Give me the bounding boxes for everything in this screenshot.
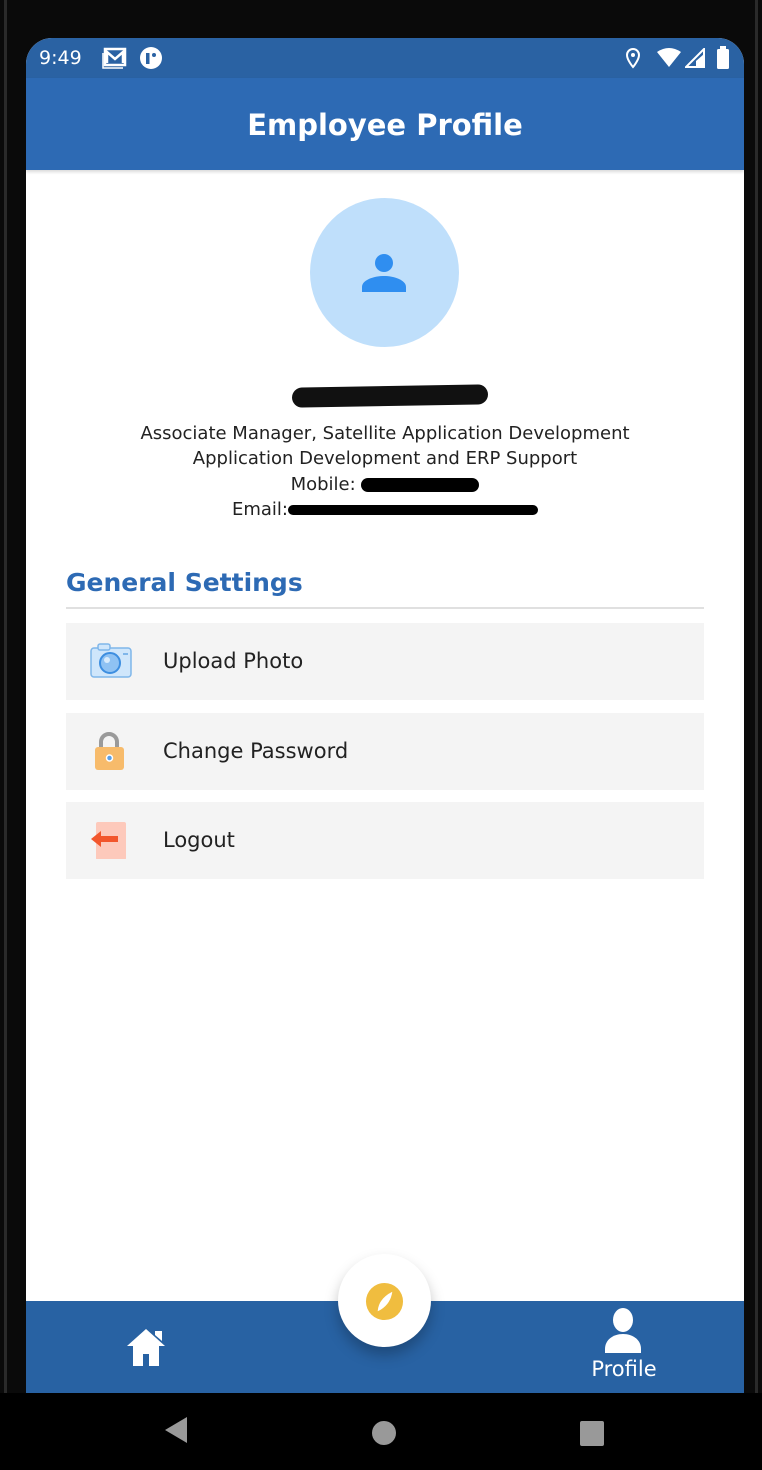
wifi-icon <box>657 48 681 67</box>
divider <box>66 607 704 609</box>
person-icon <box>362 254 406 292</box>
home-nav-icon[interactable] <box>371 1420 397 1446</box>
email-label: Email: <box>231 499 288 520</box>
change-password-label: Change Password <box>163 739 349 763</box>
status-bar: 9:49 <box>26 38 744 78</box>
status-time: 9:49 <box>39 47 82 69</box>
logout-label: Logout <box>163 828 235 852</box>
lock-icon <box>95 732 124 770</box>
email-row: Email: <box>26 499 744 520</box>
change-password-button[interactable]: Change Password <box>66 713 704 790</box>
compass-icon <box>365 1282 404 1321</box>
app-notification-icon <box>140 47 162 69</box>
profile-label: Profile <box>591 1357 657 1381</box>
camera-icon <box>90 643 132 678</box>
recents-icon[interactable] <box>578 1421 606 1447</box>
back-icon[interactable] <box>163 1415 189 1445</box>
employee-name-redacted <box>291 384 489 408</box>
location-icon <box>625 47 641 69</box>
profile-icon <box>605 1308 641 1353</box>
upload-photo-button[interactable]: Upload Photo <box>66 623 704 700</box>
general-settings-title: General Settings <box>66 568 303 597</box>
mobile-row: Mobile: <box>26 474 744 495</box>
gmail-icon <box>102 47 127 69</box>
designation: Associate Manager, Satellite Application… <box>140 423 630 444</box>
battery-icon <box>717 46 729 69</box>
system-nav-bar <box>0 1393 762 1470</box>
avatar[interactable] <box>310 198 459 347</box>
mobile-redacted <box>361 478 480 492</box>
home-icon[interactable] <box>125 1327 167 1367</box>
app-bar: Employee Profile <box>26 78 744 170</box>
logout-button[interactable]: Logout <box>66 802 704 879</box>
upload-photo-label: Upload Photo <box>163 649 304 673</box>
email-redacted <box>288 505 538 515</box>
center-fab-button[interactable] <box>338 1254 431 1347</box>
screen: 9:49 Employee Profile Associate Manager,… <box>26 38 744 1393</box>
logout-icon <box>91 822 126 859</box>
nav-profile-tab[interactable]: Profile <box>581 1307 667 1387</box>
signal-icon <box>685 48 705 68</box>
mobile-label: Mobile: <box>290 474 356 495</box>
page-title: Employee Profile <box>247 108 523 142</box>
department: Application Development and ERP Support <box>192 448 578 469</box>
